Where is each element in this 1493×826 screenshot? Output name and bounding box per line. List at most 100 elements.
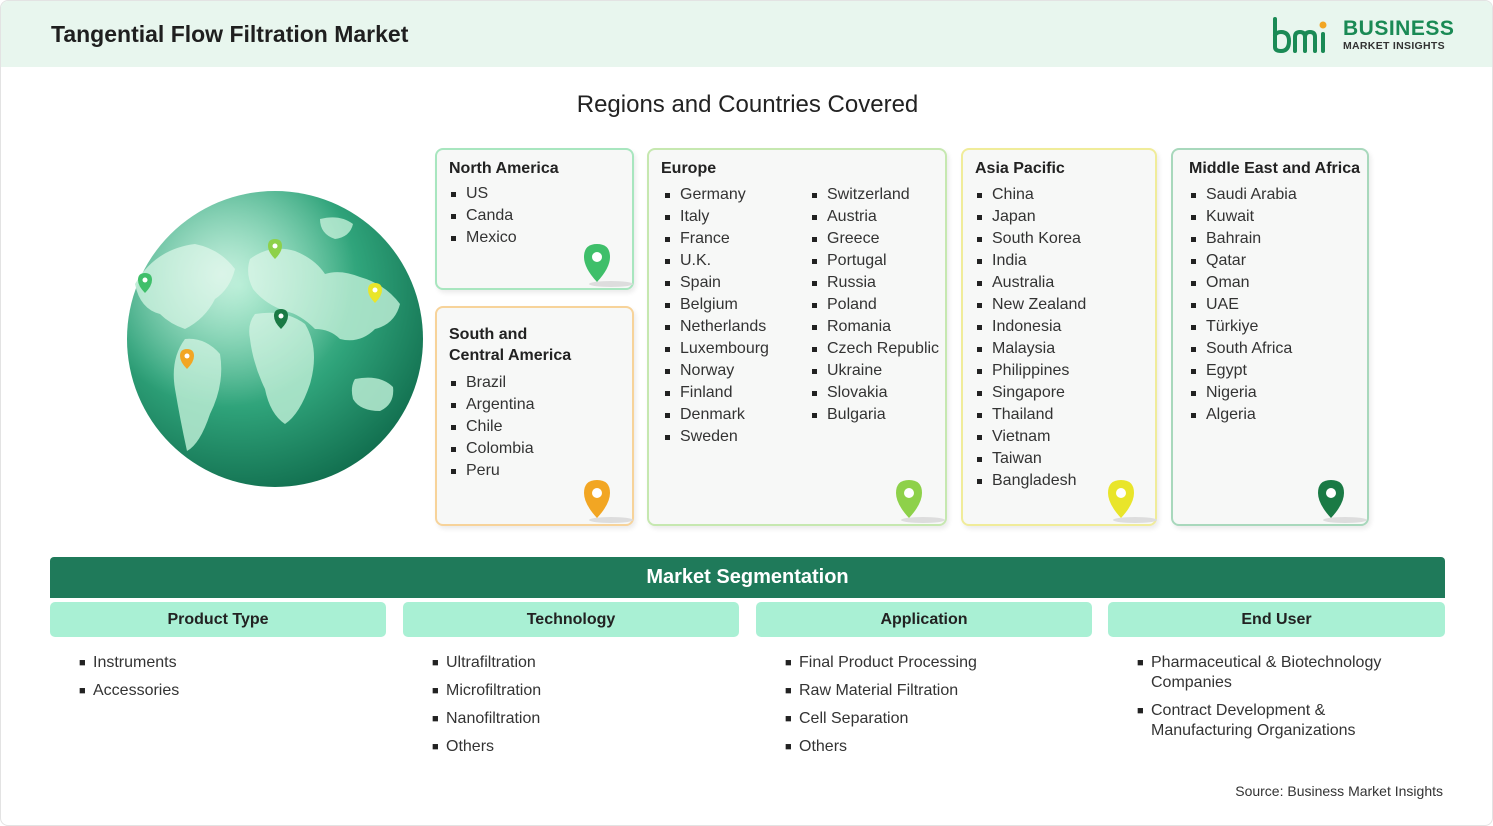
page-title: Tangential Flow Filtration Market xyxy=(51,21,409,47)
country-list: China Japan South Korea India Australia … xyxy=(975,184,1086,492)
list-item: Argentina xyxy=(449,394,535,416)
location-pin-icon xyxy=(584,480,633,523)
country-list: Brazil Argentina Chile Colombia Peru xyxy=(449,372,535,482)
list-item: Bulgaria xyxy=(810,404,939,426)
location-pin-icon xyxy=(1318,480,1367,523)
globe-icon xyxy=(127,191,423,487)
source-note: Source: Business Market Insights xyxy=(1235,783,1443,799)
list-item: China xyxy=(975,184,1086,206)
list-item: Finland xyxy=(663,382,769,404)
list-item: France xyxy=(663,228,769,250)
list-item: Norway xyxy=(663,360,769,382)
regions-title: Regions and Countries Covered xyxy=(576,91,919,118)
list-item: Slovakia xyxy=(810,382,939,404)
list-item: Raw Material Filtration xyxy=(785,681,1075,701)
list-item: Russia xyxy=(810,272,939,294)
list-item: Chile xyxy=(449,416,535,438)
segment-list-technology: Ultrafiltration Microfiltration Nanofilt… xyxy=(432,653,722,765)
region-middle-east-africa: Middle East and Africa Saudi Arabia Kuwa… xyxy=(1171,148,1369,526)
list-item: Bahrain xyxy=(1189,228,1297,250)
location-pin-icon xyxy=(896,480,945,523)
list-item: India xyxy=(975,250,1086,272)
list-item: Bangladesh xyxy=(975,470,1086,492)
location-pin-icon xyxy=(1108,480,1157,523)
list-item: Switzerland xyxy=(810,184,939,206)
list-item: U.K. xyxy=(663,250,769,272)
list-item: Mexico xyxy=(449,227,517,249)
region-title: Middle East and Africa xyxy=(1189,160,1360,177)
list-item: Microfiltration xyxy=(432,681,722,701)
segment-heading-end-user: End User xyxy=(1108,602,1445,637)
region-asia-pacific: Asia Pacific China Japan South Korea Ind… xyxy=(961,148,1157,526)
list-item: Singapore xyxy=(975,382,1086,404)
region-title: North America xyxy=(449,160,559,177)
list-item: Luxembourg xyxy=(663,338,769,360)
list-item: New Zealand xyxy=(975,294,1086,316)
list-item: Czech Republic xyxy=(810,338,939,360)
region-title: South and Central America xyxy=(449,324,571,366)
list-item: UAE xyxy=(1189,294,1297,316)
list-item: Ukraine xyxy=(810,360,939,382)
list-item: Contract Development & Manufacturing Org… xyxy=(1137,701,1427,741)
list-item: Accessories xyxy=(79,681,369,701)
country-list-col2: Switzerland Austria Greece Portugal Russ… xyxy=(810,184,939,426)
list-item: Netherlands xyxy=(663,316,769,338)
list-item: Saudi Arabia xyxy=(1189,184,1297,206)
list-item: Malaysia xyxy=(975,338,1086,360)
list-item: Instruments xyxy=(79,653,369,673)
list-item: Poland xyxy=(810,294,939,316)
segmentation-title: Market Segmentation xyxy=(50,557,1445,598)
list-item: Others xyxy=(432,737,722,757)
segment-list-product-type: Instruments Accessories xyxy=(79,653,369,709)
list-item: Cell Separation xyxy=(785,709,1075,729)
list-item: Taiwan xyxy=(975,448,1086,470)
list-item: Italy xyxy=(663,206,769,228)
list-item: Sweden xyxy=(663,426,769,448)
header: Tangential Flow Filtration Market BUSINE… xyxy=(1,1,1492,67)
list-item: Indonesia xyxy=(975,316,1086,338)
list-item: Oman xyxy=(1189,272,1297,294)
region-title-line: Central America xyxy=(449,347,572,364)
list-item: Australia xyxy=(975,272,1086,294)
list-item: Japan xyxy=(975,206,1086,228)
list-item: Austria xyxy=(810,206,939,228)
region-europe: Europe Germany Italy France U.K. Spain B… xyxy=(647,148,947,526)
list-item: Qatar xyxy=(1189,250,1297,272)
location-pin-icon xyxy=(584,244,633,287)
region-title: Europe xyxy=(661,160,717,177)
list-item: South Korea xyxy=(975,228,1086,250)
list-item: Algeria xyxy=(1189,404,1297,426)
list-item: Canda xyxy=(449,205,517,227)
list-item: Nanofiltration xyxy=(432,709,722,729)
logo-text-business: BUSINESS xyxy=(1343,17,1455,40)
list-item: Pharmaceutical & Biotechnology Companies xyxy=(1137,653,1427,693)
list-item: Vietnam xyxy=(975,426,1086,448)
region-title-line: South and xyxy=(449,326,528,343)
list-item: Final Product Processing xyxy=(785,653,1075,673)
list-item: Kuwait xyxy=(1189,206,1297,228)
list-item: Türkiye xyxy=(1189,316,1297,338)
list-item: Denmark xyxy=(663,404,769,426)
segment-heading-technology: Technology xyxy=(403,602,739,637)
list-item: South Africa xyxy=(1189,338,1297,360)
bmi-logo-icon xyxy=(1273,17,1327,53)
logo-text-market-insights: MARKET INSIGHTS xyxy=(1343,40,1445,52)
segment-heading-product-type: Product Type xyxy=(50,602,386,637)
brand-logo: BUSINESS MARKET INSIGHTS xyxy=(1271,15,1455,55)
country-list-col1: Germany Italy France U.K. Spain Belgium … xyxy=(663,184,769,448)
list-item: Germany xyxy=(663,184,769,206)
list-item: Nigeria xyxy=(1189,382,1297,404)
list-item: Spain xyxy=(663,272,769,294)
list-item: Colombia xyxy=(449,438,535,460)
list-item: US xyxy=(449,183,517,205)
segment-list-end-user: Pharmaceutical & Biotechnology Companies… xyxy=(1137,653,1427,749)
list-item: Greece xyxy=(810,228,939,250)
list-item: Portugal xyxy=(810,250,939,272)
list-item: Brazil xyxy=(449,372,535,394)
segment-heading-application: Application xyxy=(756,602,1092,637)
list-item: Thailand xyxy=(975,404,1086,426)
list-item: Ultrafiltration xyxy=(432,653,722,673)
list-item: Romania xyxy=(810,316,939,338)
list-item: Philippines xyxy=(975,360,1086,382)
country-list: Saudi Arabia Kuwait Bahrain Qatar Oman U… xyxy=(1189,184,1297,426)
